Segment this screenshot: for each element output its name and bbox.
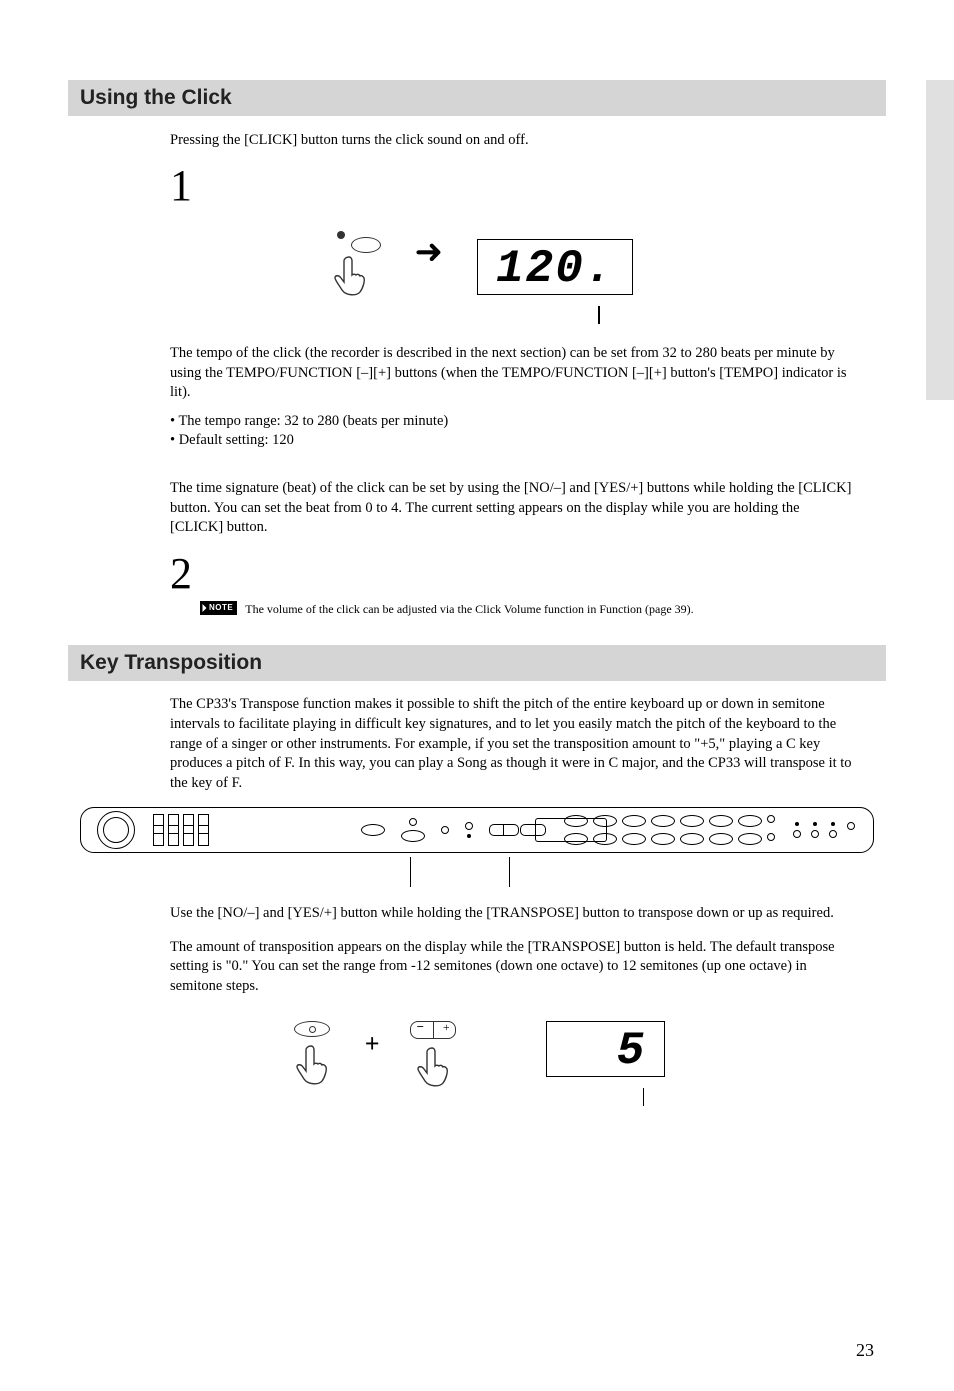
panel-dot-icon — [441, 826, 449, 834]
panel-oval-icon — [361, 824, 385, 836]
note-row: NOTE The volume of the click can be adju… — [200, 601, 874, 617]
click-button-press-icon — [321, 231, 381, 301]
no-yes-split-button-icon — [410, 1021, 456, 1039]
transpose-diagram: + 5 — [80, 1021, 874, 1106]
note-text: The volume of the click can be adjusted … — [245, 601, 693, 617]
transpose-display-value: 5 — [565, 1025, 647, 1077]
section-heading-click: Using the Click — [68, 80, 886, 116]
click-start-diagram: ➜ 120. — [80, 231, 874, 324]
instrument-panel-illustration — [80, 807, 874, 853]
tempo-range-bullet: • The tempo range: 32 to 280 (beats per … — [170, 413, 854, 430]
panel-leader-lines — [80, 857, 874, 889]
volume-knob-icon — [97, 811, 135, 849]
side-tab — [926, 80, 954, 400]
tempo-display: 120. — [477, 239, 633, 295]
plus-icon: + — [365, 1029, 380, 1059]
transpose-button-icon — [294, 1021, 330, 1037]
note-badge-icon: NOTE — [200, 601, 237, 615]
transpose-intro: The CP33's Transpose function makes it p… — [170, 695, 854, 793]
transpose-instr2: The amount of transposition appears on t… — [170, 938, 854, 997]
transpose-display: 5 — [546, 1021, 666, 1077]
click-intro: Pressing the [CLICK] button turns the cl… — [170, 131, 854, 151]
no-yes-button-icon — [489, 824, 519, 836]
panel-button-icon — [520, 824, 546, 836]
slider-group-icon — [153, 814, 209, 846]
section-heading-transpose: Key Transposition — [68, 645, 886, 681]
step-number-1: 1 — [170, 160, 874, 211]
arrow-right-icon: ➜ — [415, 232, 444, 272]
tempo-default-bullet: • Default setting: 120 — [170, 432, 854, 449]
tempo-paragraph: The tempo of the click (the recorder is … — [170, 344, 854, 403]
transpose-instr1: Use the [NO/–] and [YES/+] button while … — [170, 904, 854, 924]
tempo-display-value: 120. — [496, 243, 614, 295]
step-number-2: 2 — [170, 548, 874, 599]
hand-hold-icon — [289, 1041, 335, 1089]
hand-press-icon — [410, 1043, 456, 1091]
timesig-paragraph: The time signature (beat) of the click c… — [170, 479, 854, 538]
